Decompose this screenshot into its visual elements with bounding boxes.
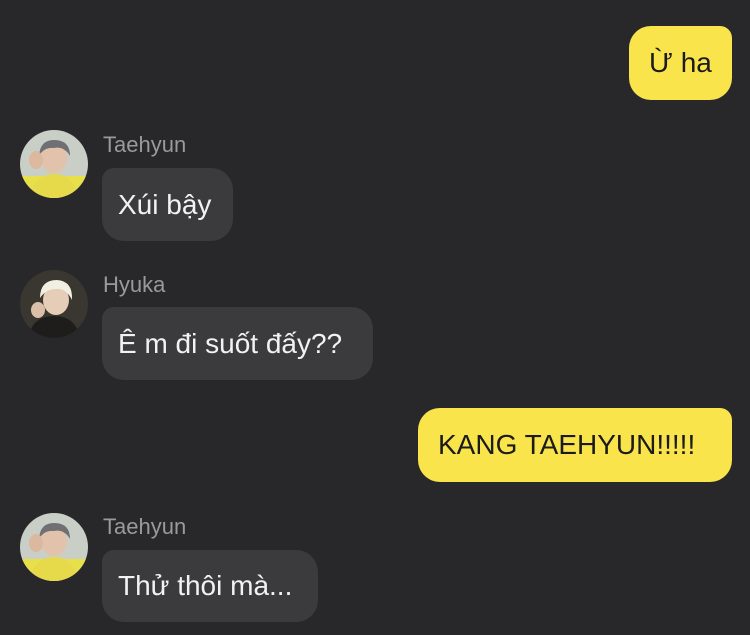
taehyun-avatar-icon[interactable] xyxy=(20,130,88,198)
hyuka-avatar-icon[interactable] xyxy=(20,270,88,338)
incoming-message-bubble[interactable]: Ê m đi suốt đấy?? xyxy=(102,307,373,380)
message-text: Ê m đi suốt đấy?? xyxy=(118,327,343,359)
sender-name: Taehyun xyxy=(103,514,187,539)
incoming-message-bubble[interactable]: Xúi bậy xyxy=(102,168,233,241)
sender-name: Hyuka xyxy=(103,272,166,297)
incoming-message-bubble[interactable]: Thử thôi mà... xyxy=(102,550,318,622)
message-text: Xúi bậy xyxy=(118,188,212,220)
message-text: Thử thôi mà... xyxy=(118,570,293,601)
message-text: KANG TAEHYUN!!!!! xyxy=(438,429,696,460)
outgoing-message-bubble[interactable]: KANG TAEHYUN!!!!! xyxy=(418,408,732,482)
sender-name: Taehyun xyxy=(103,132,187,157)
outgoing-message-bubble[interactable]: Ừ ha xyxy=(629,26,732,100)
taehyun-avatar-icon[interactable] xyxy=(20,513,88,581)
message-text: Ừ ha xyxy=(649,47,712,78)
chat-screen: { "messages": [ {"direction": "out", "te… xyxy=(0,0,750,635)
